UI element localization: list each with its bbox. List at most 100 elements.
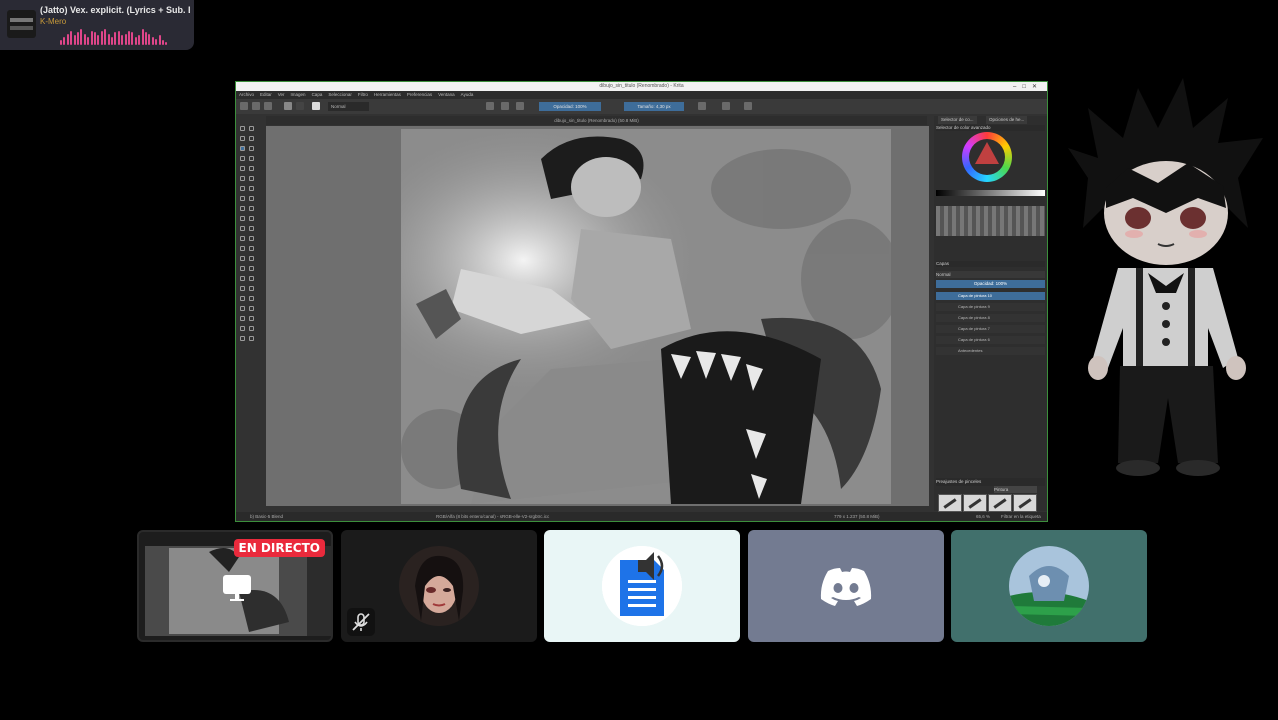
- warning-icon[interactable]: [698, 102, 706, 110]
- menu-item-ayuda[interactable]: Ayuda: [461, 92, 474, 97]
- brush-preset[interactable]: [1013, 494, 1037, 512]
- layer-row[interactable]: Capa de pintura 9: [936, 303, 1045, 311]
- tab-color-selector[interactable]: Selector de co...: [938, 116, 977, 124]
- tool-icon[interactable]: [240, 136, 245, 141]
- tool-icon[interactable]: [240, 206, 245, 211]
- tool-icon[interactable]: [249, 276, 254, 281]
- brush-preset[interactable]: [988, 494, 1012, 512]
- menu-item-archivo[interactable]: Archivo: [239, 92, 254, 97]
- tool-icon[interactable]: [249, 176, 254, 181]
- tool-icon[interactable]: [240, 286, 245, 291]
- tool-icon[interactable]: [240, 216, 245, 221]
- tool-icon[interactable]: [240, 156, 245, 161]
- participant-tile-camera[interactable]: [341, 530, 537, 642]
- save-icon[interactable]: [264, 102, 272, 110]
- tool-icon[interactable]: [240, 326, 245, 331]
- color-history-strip[interactable]: [936, 190, 1045, 196]
- tool-icon[interactable]: [240, 176, 245, 181]
- canvas-area[interactable]: [266, 126, 929, 506]
- brush-preset[interactable]: [963, 494, 987, 512]
- menu-item-editar[interactable]: Editar: [260, 92, 272, 97]
- tool-icon[interactable]: [249, 226, 254, 231]
- tool-icon[interactable]: [249, 216, 254, 221]
- tool-icon[interactable]: [249, 306, 254, 311]
- tool-icon[interactable]: [240, 336, 245, 341]
- tool-icon[interactable]: [240, 276, 245, 281]
- layer-blend-select[interactable]: Normal: [936, 271, 1045, 278]
- layer-row[interactable]: Capa de pintura 10: [936, 292, 1045, 300]
- play-icon[interactable]: [722, 102, 730, 110]
- tool-icon[interactable]: [249, 256, 254, 261]
- tab-tool-options[interactable]: Opciones de he...: [986, 116, 1028, 124]
- participant-tile-avatar[interactable]: [951, 530, 1147, 642]
- tool-icon[interactable]: [240, 186, 245, 191]
- opacity-slider[interactable]: Opacidad: 100%: [539, 102, 601, 111]
- tool-icon[interactable]: [249, 196, 254, 201]
- tool-icon[interactable]: [240, 256, 245, 261]
- pattern-icon[interactable]: [296, 102, 304, 110]
- tool-icon[interactable]: [240, 196, 245, 201]
- layer-row[interactable]: Capa de pintura 8: [936, 314, 1045, 322]
- participant-tile-discord[interactable]: [748, 530, 944, 642]
- brush-preset-icon[interactable]: [312, 102, 320, 110]
- document-tab[interactable]: dibujo_sin_titulo (Renombrado) (50.8 MiB…: [266, 116, 927, 125]
- menu-item-capa[interactable]: Capa: [312, 92, 323, 97]
- tool-icon[interactable]: [249, 286, 254, 291]
- brush-tag-select[interactable]: Pintura: [994, 486, 1037, 493]
- tool-icon[interactable]: [249, 266, 254, 271]
- tool-icon[interactable]: [249, 156, 254, 161]
- reload-icon[interactable]: [516, 102, 524, 110]
- tool-icon[interactable]: [240, 246, 245, 251]
- menu-item-seleccionar[interactable]: Seleccionar: [328, 92, 352, 97]
- gradient-icon[interactable]: [284, 102, 292, 110]
- menu-bar[interactable]: Archivo Editar Ver Imagen Capa Seleccionar Fil…: [236, 91, 1047, 99]
- blend-mode-select[interactable]: Normal: [328, 102, 369, 111]
- tool-icon[interactable]: [249, 326, 254, 331]
- tool-icon[interactable]: [240, 126, 245, 131]
- layer-row[interactable]: Capa de pintura 7: [936, 325, 1045, 333]
- tool-icon[interactable]: [249, 136, 254, 141]
- window-titlebar[interactable]: dibujo_sin_titulo (Renombrado) - Krita –…: [236, 82, 1047, 91]
- brush-preset[interactable]: [938, 494, 962, 512]
- tool-icon[interactable]: [249, 236, 254, 241]
- mirror-icon[interactable]: [744, 102, 752, 110]
- alpha-lock-icon[interactable]: [501, 102, 509, 110]
- layer-opacity-slider[interactable]: Opacidad: 100%: [936, 280, 1045, 288]
- eraser-icon[interactable]: [486, 102, 494, 110]
- tool-icon[interactable]: [240, 296, 245, 301]
- menu-item-filtro[interactable]: Filtro: [358, 92, 368, 97]
- krita-window[interactable]: dibujo_sin_titulo (Renombrado) - Krita –…: [235, 81, 1048, 522]
- tool-icon[interactable]: [249, 146, 254, 151]
- tool-icon[interactable]: [249, 126, 254, 131]
- tool-icon[interactable]: [249, 206, 254, 211]
- new-document-icon[interactable]: [240, 102, 248, 110]
- tool-icon[interactable]: [240, 266, 245, 271]
- open-document-icon[interactable]: [252, 102, 260, 110]
- layer-row[interactable]: Antecedentes: [936, 347, 1045, 355]
- tool-icon[interactable]: [240, 166, 245, 171]
- color-wheel[interactable]: [962, 132, 1012, 182]
- tag-filter[interactable]: Filtrar en la etiqueta: [1001, 512, 1041, 521]
- layer-row[interactable]: Capa de pintura 6: [936, 336, 1045, 344]
- muted-mic-button[interactable]: [347, 608, 375, 636]
- tool-icon[interactable]: [249, 186, 254, 191]
- tool-icon[interactable]: [240, 306, 245, 311]
- brush-size-slider[interactable]: Tamaño: 4,30 px: [624, 102, 684, 111]
- participant-tile-audio-bot[interactable]: [544, 530, 740, 642]
- tool-icon[interactable]: [249, 246, 254, 251]
- tool-icon[interactable]: [240, 226, 245, 231]
- tool-icon[interactable]: [249, 166, 254, 171]
- tool-icon[interactable]: [240, 146, 245, 151]
- tool-icon[interactable]: [240, 236, 245, 241]
- window-controls[interactable]: –□✕: [1013, 83, 1043, 90]
- tool-icon[interactable]: [240, 316, 245, 321]
- tool-icon[interactable]: [249, 296, 254, 301]
- menu-item-preferencias[interactable]: Preferencias: [407, 92, 432, 97]
- tool-icon[interactable]: [249, 316, 254, 321]
- menu-item-herramientas[interactable]: Herramientas: [374, 92, 401, 97]
- menu-item-ventana[interactable]: Ventana: [438, 92, 455, 97]
- stream-preview-tile[interactable]: EN DIRECTO: [137, 530, 333, 642]
- tool-icon[interactable]: [249, 336, 254, 341]
- zoom-level[interactable]: 65,6 %: [976, 512, 990, 521]
- menu-item-imagen[interactable]: Imagen: [291, 92, 306, 97]
